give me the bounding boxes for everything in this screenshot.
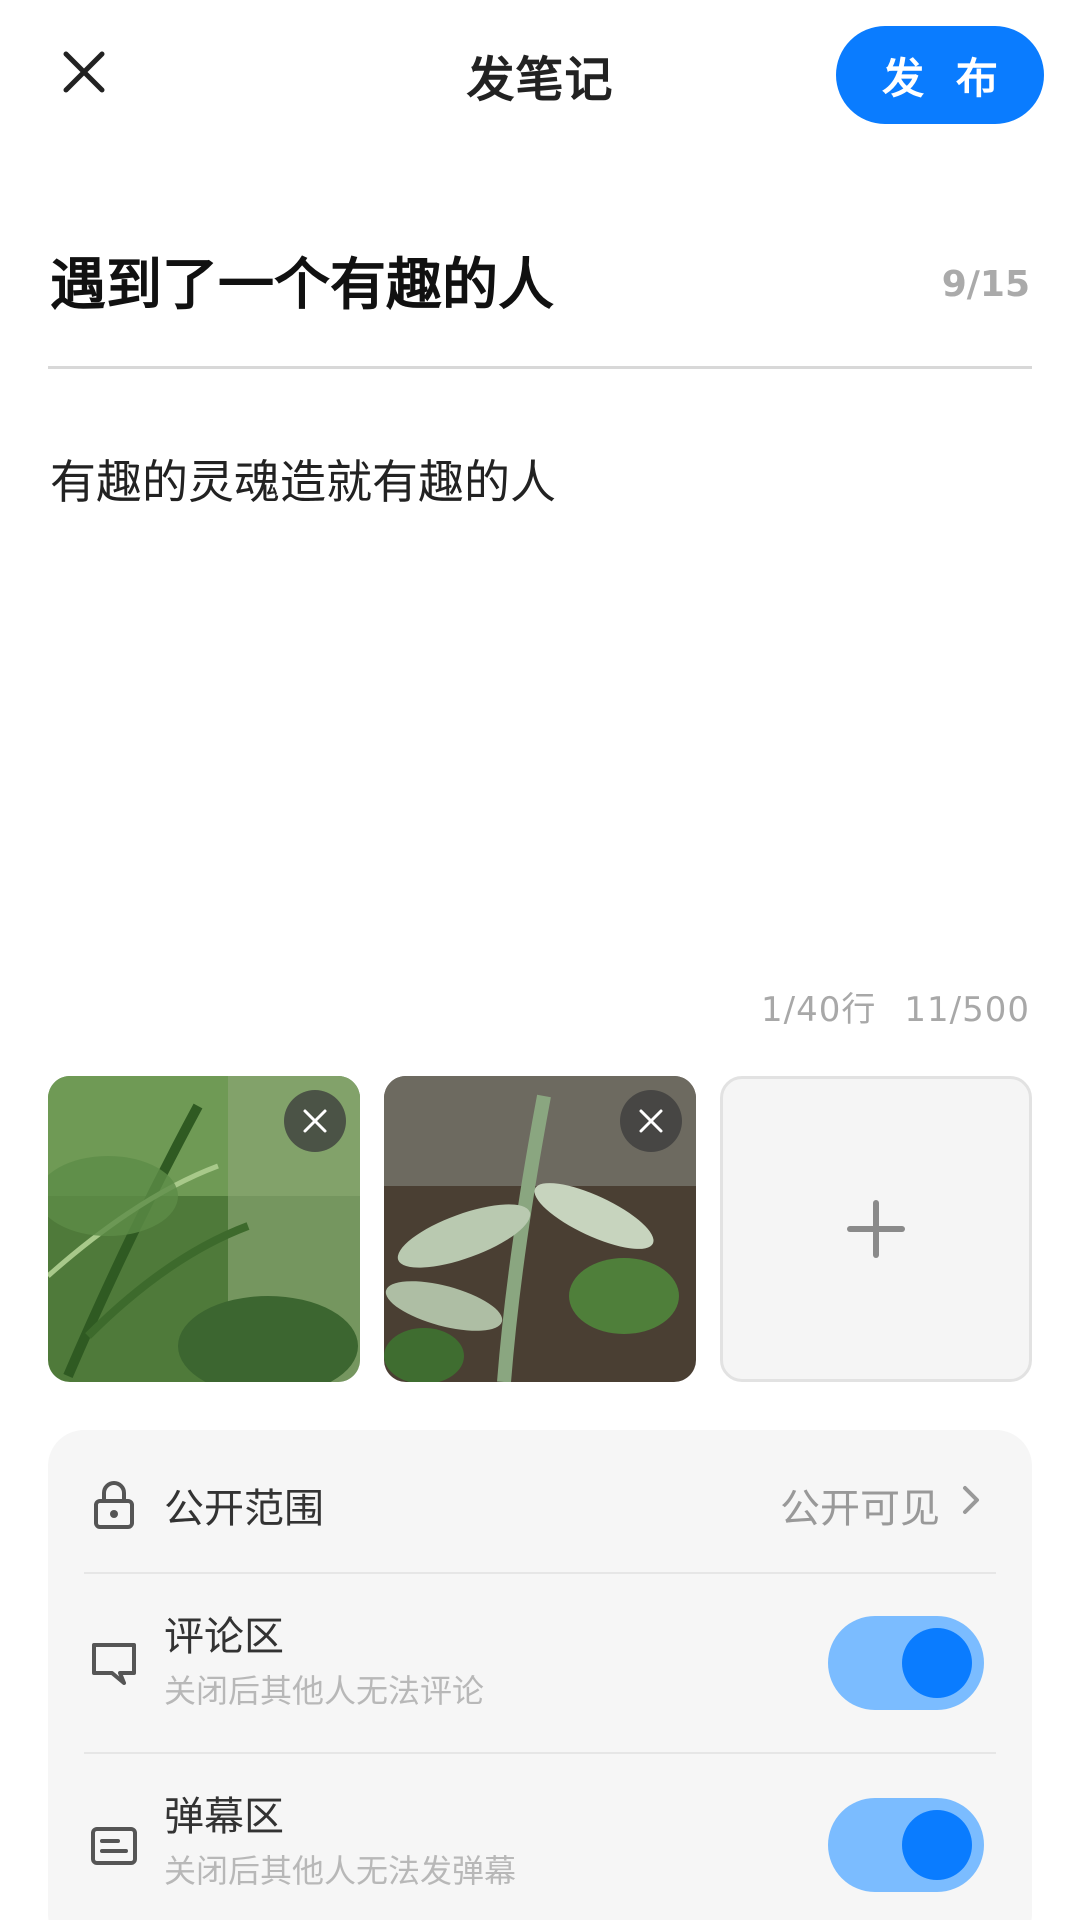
char-count: 11/500 [904, 990, 1030, 1030]
image-strip [48, 1076, 1032, 1382]
title-divider [48, 366, 1032, 369]
title-char-count: 9/15 [941, 264, 1030, 305]
plus-icon [847, 1200, 905, 1258]
visibility-label: 公开范围 [164, 1486, 324, 1532]
danmaku-row: 弹幕区 关闭后其他人无法发弹幕 [48, 1754, 1032, 1920]
remove-image-button[interactable] [620, 1090, 682, 1152]
close-icon [639, 1109, 663, 1133]
comments-label: 评论区 [164, 1614, 284, 1660]
comments-toggle[interactable] [828, 1616, 984, 1710]
settings-card: 公开范围 公开可见 评论区 关闭后其他人无法评论 弹幕区 关闭后其他人无法发弹幕 [48, 1430, 1032, 1920]
publish-button[interactable]: 发 布 [836, 26, 1044, 124]
toggle-knob [902, 1810, 972, 1880]
note-body-input[interactable]: 有趣的灵魂造就有趣的人 [50, 446, 1030, 512]
comment-icon [86, 1636, 142, 1692]
chevron-right-icon [963, 1486, 979, 1514]
danmaku-icon [86, 1818, 142, 1874]
close-icon [303, 1109, 327, 1133]
image-thumbnail[interactable] [48, 1076, 360, 1382]
comments-row: 评论区 关闭后其他人无法评论 [48, 1574, 1032, 1752]
note-title-input[interactable]: 遇到了一个有趣的人 [50, 240, 910, 321]
body-counter: 1/40行 11/500 [761, 982, 1030, 1031]
image-thumbnail[interactable] [384, 1076, 696, 1382]
visibility-row[interactable]: 公开范围 公开可见 [48, 1430, 1032, 1572]
toggle-knob [902, 1628, 972, 1698]
lock-icon [86, 1476, 142, 1532]
danmaku-sub: 关闭后其他人无法发弹幕 [164, 1852, 517, 1890]
visibility-value: 公开可见 [780, 1486, 940, 1532]
danmaku-label: 弹幕区 [164, 1794, 284, 1840]
line-count: 1/40行 [761, 990, 877, 1030]
comments-sub: 关闭后其他人无法评论 [164, 1672, 485, 1710]
remove-image-button[interactable] [284, 1090, 346, 1152]
add-image-button[interactable] [720, 1076, 1032, 1382]
danmaku-toggle[interactable] [828, 1798, 984, 1892]
